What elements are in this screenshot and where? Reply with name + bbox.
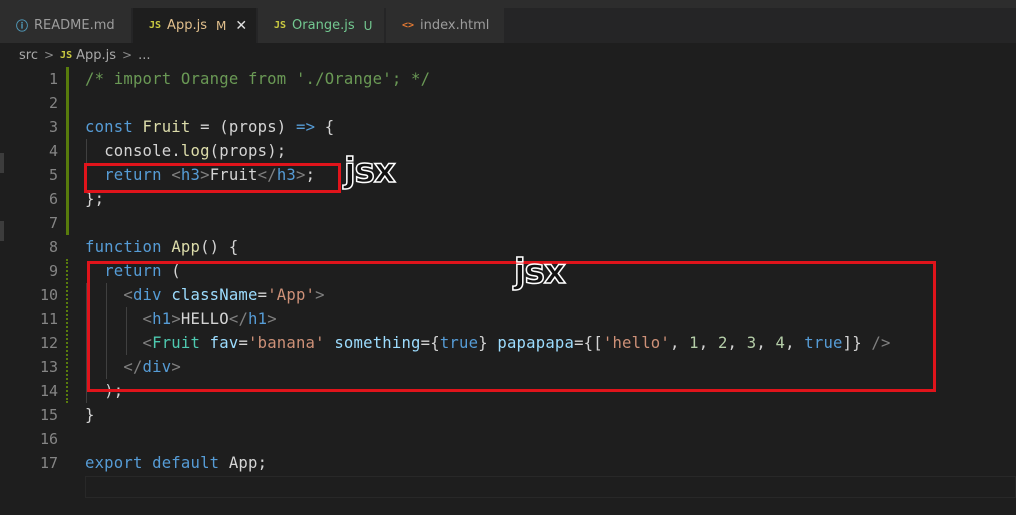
line-number: 7 xyxy=(48,214,58,232)
code-line: 17 export default App; xyxy=(0,451,1016,475)
line-number: 8 xyxy=(48,238,58,256)
code-line: 16 xyxy=(0,427,1016,451)
code-text: /* import Orange from './Orange'; */ xyxy=(85,70,431,88)
code-line: 7 xyxy=(0,211,1016,235)
javascript-file-icon: JS xyxy=(60,49,73,61)
code-text: const Fruit = (props) => { xyxy=(85,118,335,136)
line-number: 3 xyxy=(48,118,58,136)
code-line: 1 /* import Orange from './Orange'; */ xyxy=(0,67,1016,91)
line-number: 13 xyxy=(39,358,58,376)
tab-label: README.md xyxy=(34,18,115,33)
code-text: function App() { xyxy=(85,238,239,256)
line-number: 11 xyxy=(39,310,58,328)
line-number: 12 xyxy=(39,334,58,352)
code-line: 2 xyxy=(0,91,1016,115)
tab-index-html[interactable]: <> index.html xyxy=(386,8,505,43)
chevron-right-icon: > xyxy=(43,48,55,62)
code-line: 8 function App() { xyxy=(0,235,1016,259)
tab-app-js[interactable]: JS App.js M ✕ xyxy=(133,8,257,43)
tab-label: index.html xyxy=(420,18,490,33)
tab-orange-js[interactable]: JS Orange.js U xyxy=(258,8,385,43)
close-icon[interactable]: ✕ xyxy=(235,18,247,34)
annotation-box xyxy=(87,261,936,392)
annotation-label: jsx xyxy=(513,251,566,293)
tab-label: App.js xyxy=(167,18,207,33)
line-number: 2 xyxy=(48,94,58,112)
line-number: 17 xyxy=(39,454,58,472)
line-number: 14 xyxy=(39,382,58,400)
annotation-label: jsx xyxy=(343,150,396,192)
modified-badge: M xyxy=(215,18,227,33)
breadcrumb-folder[interactable]: src xyxy=(19,48,38,63)
line-number: 16 xyxy=(39,430,58,448)
code-text: } xyxy=(85,406,95,424)
code-line: 3 const Fruit = (props) => { xyxy=(0,115,1016,139)
breadcrumb: src > JS App.js > ... xyxy=(0,43,1016,67)
line-number: 1 xyxy=(48,70,58,88)
line-number: 15 xyxy=(39,406,58,424)
breadcrumb-symbol[interactable]: ... xyxy=(138,48,150,63)
breadcrumb-file[interactable]: App.js xyxy=(76,48,116,63)
current-line-highlight xyxy=(85,476,1016,498)
info-icon: ⓘ xyxy=(16,19,29,33)
title-strip xyxy=(0,0,1016,8)
line-number: 9 xyxy=(48,262,58,280)
code-text: export default App; xyxy=(85,454,268,472)
code-line: 15 } xyxy=(0,403,1016,427)
untracked-badge: U xyxy=(363,18,373,33)
javascript-file-icon: JS xyxy=(149,20,162,31)
html-file-icon: <> xyxy=(402,20,415,31)
tab-label: Orange.js xyxy=(292,18,355,33)
line-number: 10 xyxy=(39,286,58,304)
line-number: 6 xyxy=(48,190,58,208)
chevron-right-icon: > xyxy=(122,48,133,62)
code-text: console.log(props); xyxy=(104,142,287,160)
code-line: 4 console.log(props); xyxy=(0,139,1016,163)
line-number: 5 xyxy=(48,166,58,184)
tab-readme[interactable]: ⓘ README.md xyxy=(0,8,132,43)
annotation-box xyxy=(84,163,341,193)
line-number: 4 xyxy=(48,142,58,160)
javascript-file-icon: JS xyxy=(274,20,287,31)
